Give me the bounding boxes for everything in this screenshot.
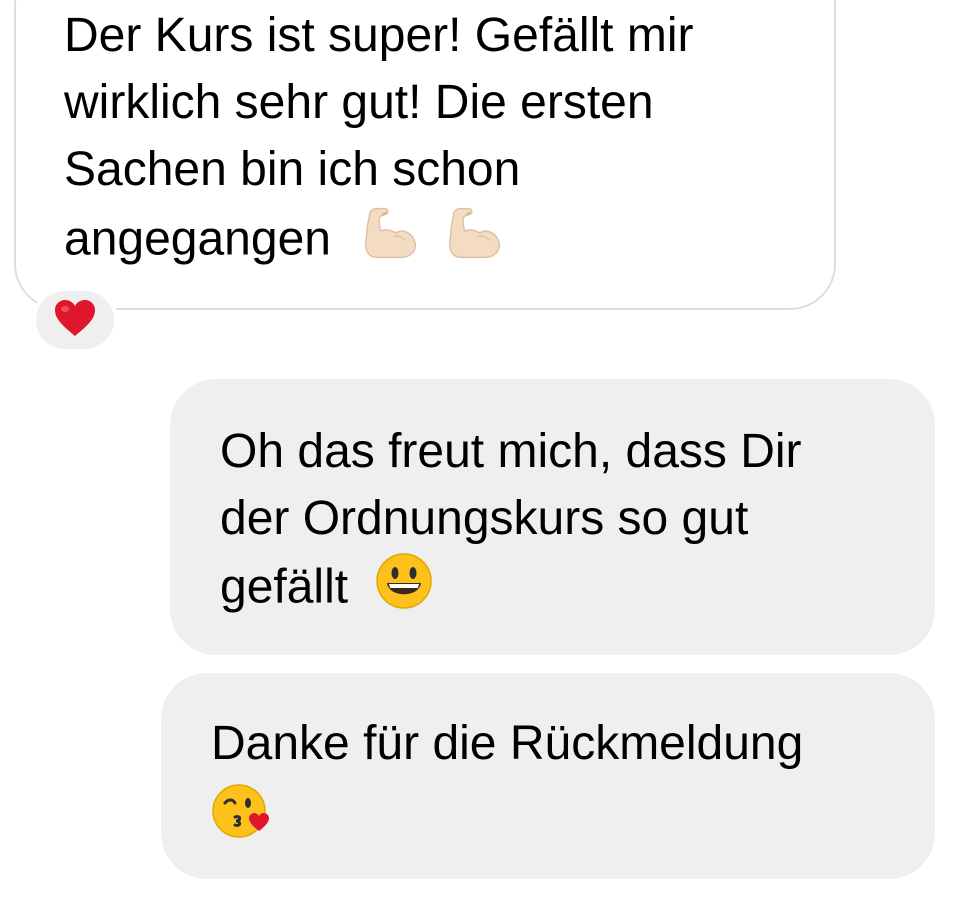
message-line: wirklich sehr gut! Die ersten bbox=[64, 76, 654, 129]
message-line: Der Kurs ist super! Gefällt mir bbox=[64, 9, 694, 62]
message-line-with-emoji: angegangen bbox=[64, 203, 804, 281]
message-line: Oh das freut mich, dass Dir bbox=[220, 425, 802, 478]
heart-icon bbox=[53, 298, 97, 343]
message-line-with-emoji: gefällt bbox=[220, 552, 920, 628]
grinning-face-icon bbox=[375, 552, 433, 628]
message-line: Sachen bin ich schon bbox=[64, 143, 521, 196]
flexed-biceps-icon bbox=[444, 203, 504, 281]
message-line: gefällt bbox=[220, 560, 349, 614]
reaction-badge[interactable] bbox=[32, 287, 118, 353]
incoming-message-text: Der Kurs ist super! Gefällt mir wirklich… bbox=[64, 2, 804, 281]
face-blowing-kiss-icon bbox=[211, 781, 271, 859]
flexed-biceps-icon bbox=[360, 203, 420, 281]
outgoing-message-text: Danke für die Rückmeldung bbox=[211, 710, 911, 859]
message-line: der Ordnungskurs so gut bbox=[220, 492, 749, 545]
outgoing-message-text: Oh das freut mich, dass Dir der Ordnungs… bbox=[220, 418, 920, 628]
message-line: Danke für die Rückmeldung bbox=[211, 717, 804, 770]
message-line-with-emoji bbox=[211, 777, 911, 859]
message-line: angegangen bbox=[64, 212, 331, 266]
